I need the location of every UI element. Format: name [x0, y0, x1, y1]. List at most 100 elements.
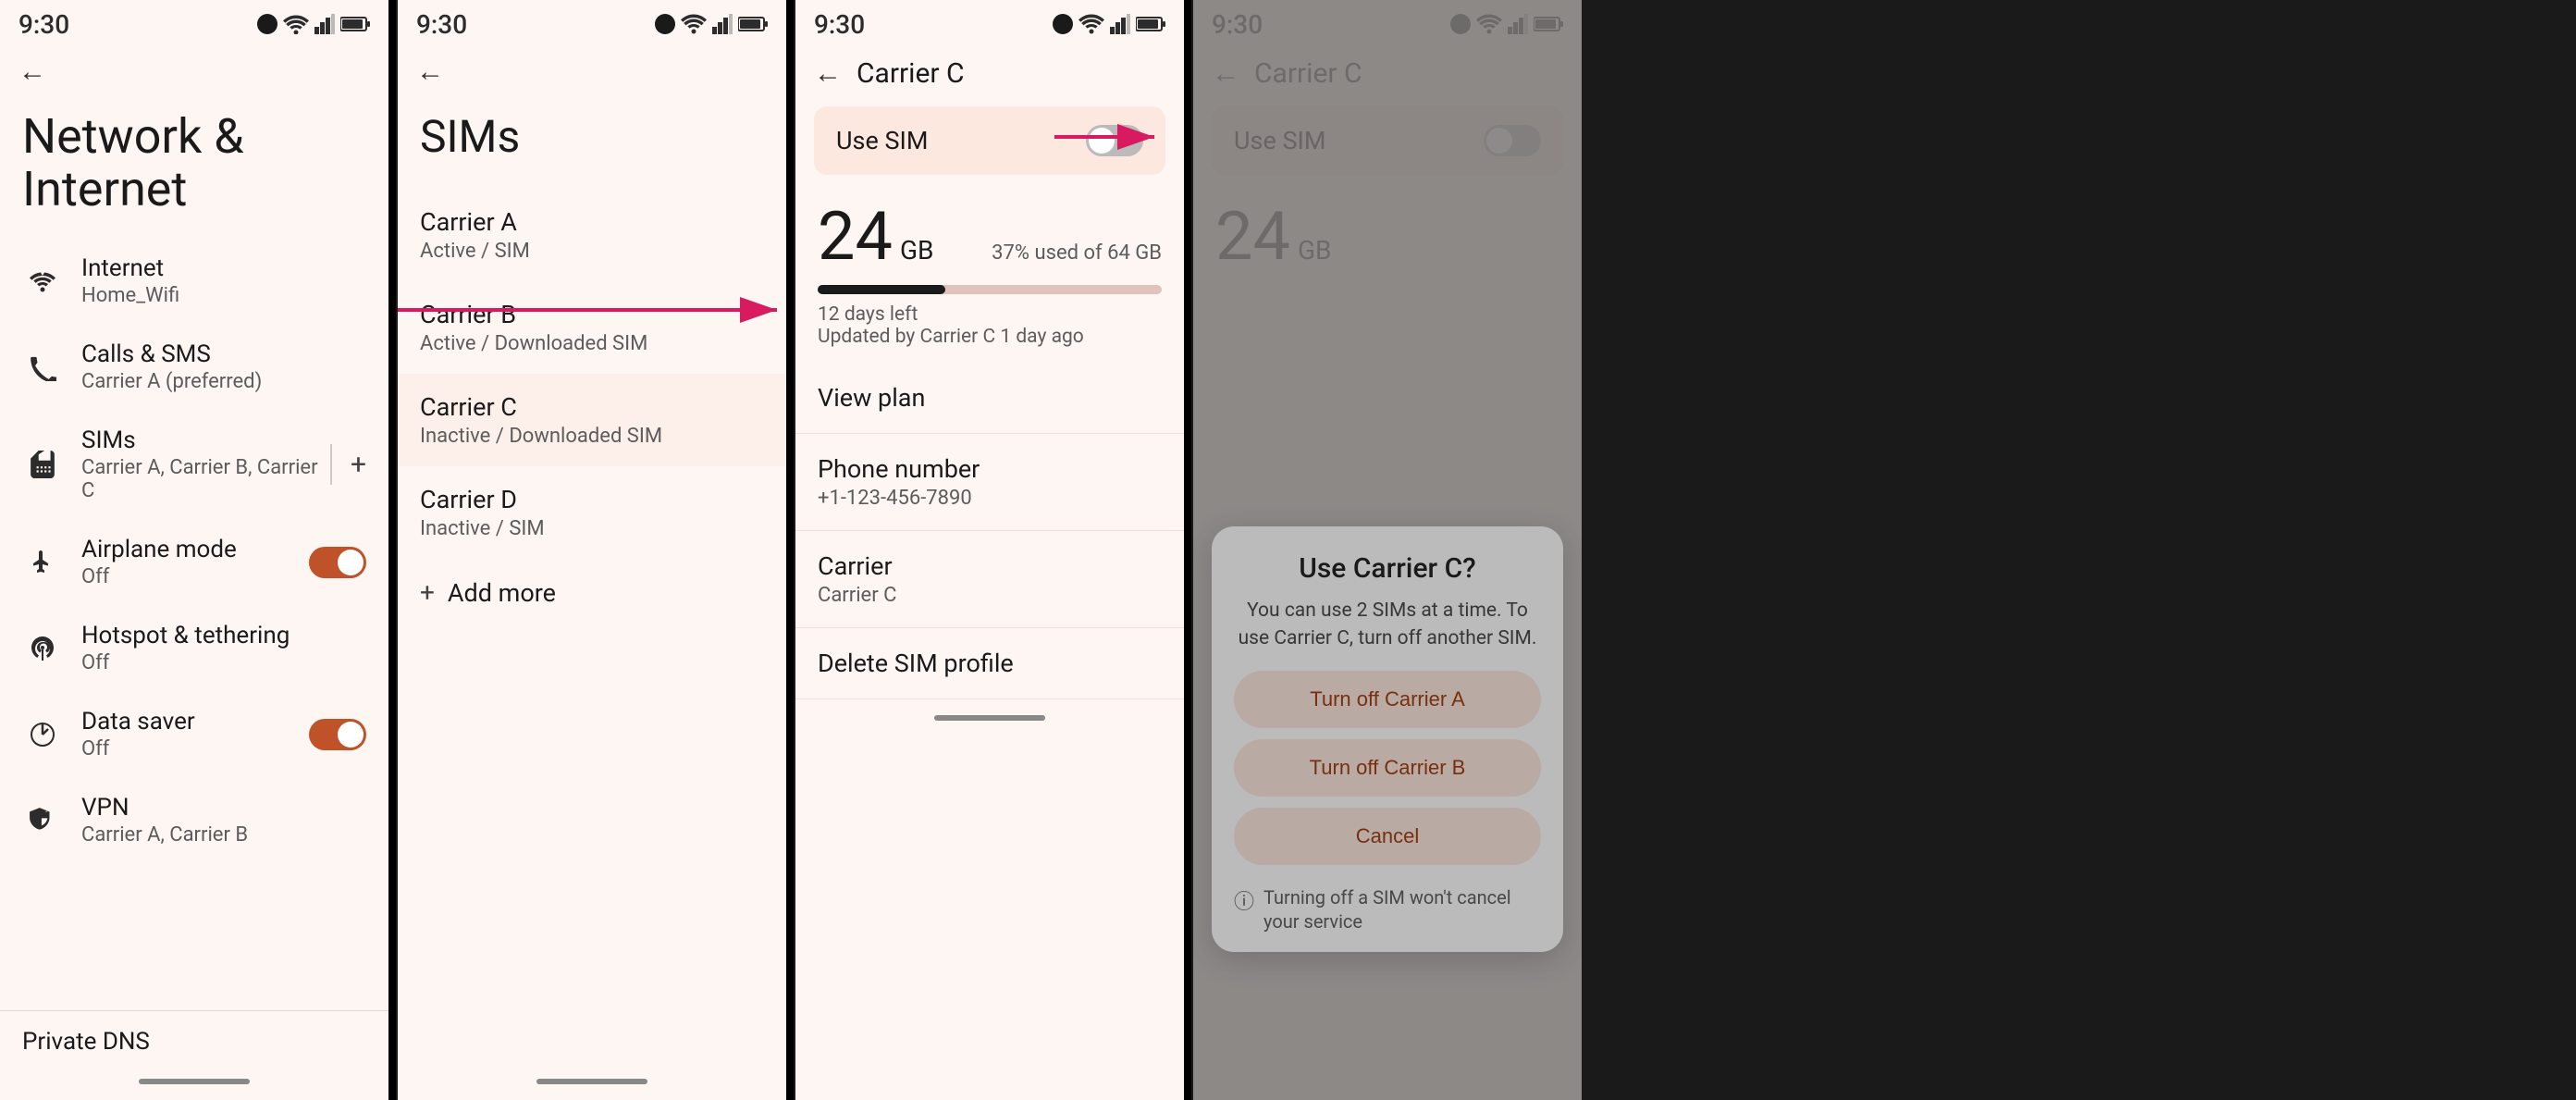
- settings-item-calls-sms[interactable]: Calls & SMS Carrier A (preferred): [0, 324, 388, 410]
- data-unit: GB: [900, 235, 934, 266]
- sims-subtitle: Carrier A, Carrier B, Carrier C: [81, 456, 330, 502]
- data-saver-icon: [22, 714, 63, 755]
- sim-item-carrier-a[interactable]: Carrier A Active / SIM: [398, 189, 786, 281]
- data-usage-section: 24 GB 37% used of 64 GB 12 days left Upd…: [795, 182, 1184, 363]
- status-bar-1: 9:30: [0, 0, 388, 48]
- use-sim-label: Use SIM: [836, 126, 928, 155]
- delete-sim-option[interactable]: Delete SIM profile: [795, 628, 1184, 699]
- carrier-c-status: Inactive / Downloaded SIM: [420, 425, 764, 448]
- add-more-row[interactable]: + Add more: [398, 559, 786, 626]
- internet-title: Internet: [81, 254, 366, 282]
- settings-item-airplane[interactable]: Airplane mode Off: [0, 519, 388, 605]
- screen-sims: 9:30 ← SIMs: [398, 0, 786, 1100]
- bottom-bar-1: [0, 1063, 388, 1100]
- data-saver-toggle[interactable]: [309, 719, 366, 750]
- gap-1: [388, 0, 396, 1100]
- sims-page-title: SIMs: [398, 92, 786, 189]
- sim-list: Carrier A Active / SIM Carrier B Active …: [398, 189, 786, 1063]
- dialog-note-text: Turning off a SIM won't cancel your serv…: [1263, 885, 1541, 933]
- data-amount-row: 24 GB 37% used of 64 GB: [818, 197, 1162, 276]
- gap-3: [1184, 0, 1191, 1100]
- add-sim-button[interactable]: +: [351, 449, 366, 481]
- sims-divider: [330, 444, 332, 485]
- carrier-name-label: Carrier: [818, 551, 1162, 581]
- settings-item-sims[interactable]: SIMs Carrier A, Carrier B, Carrier C +: [0, 410, 388, 519]
- view-plan-option[interactable]: View plan: [795, 363, 1184, 434]
- use-carrier-c-dialog: Use Carrier C? You can use 2 SIMs at a t…: [1212, 526, 1563, 952]
- airplane-subtitle: Off: [81, 565, 309, 588]
- cancel-dialog-button[interactable]: Cancel: [1234, 808, 1541, 865]
- private-dns-label: Private DNS: [22, 1028, 366, 1056]
- gap-2: [786, 0, 794, 1100]
- vpn-icon: [22, 800, 63, 841]
- add-more-label: Add more: [448, 578, 556, 608]
- updated-info: Updated by Carrier C 1 day ago: [818, 326, 1162, 348]
- progress-bar-fill: [818, 285, 945, 294]
- hotspot-title: Hotspot & tethering: [81, 622, 366, 649]
- vpn-title: VPN: [81, 794, 366, 822]
- internet-text: Internet Home_Wifi: [81, 254, 366, 307]
- wifi-status-icon-3: [1078, 14, 1104, 34]
- battery-icon-3: [1136, 16, 1165, 32]
- dialog-description: You can use 2 SIMs at a time. To use Car…: [1234, 598, 1541, 652]
- hotspot-icon: [22, 628, 63, 669]
- battery-icon-2: [738, 16, 768, 32]
- vpn-text: VPN Carrier A, Carrier B: [81, 794, 366, 847]
- data-percent: 37% used of 64 GB: [992, 241, 1162, 265]
- status-time-2: 9:30: [416, 9, 467, 40]
- settings-item-vpn[interactable]: VPN Carrier A, Carrier B: [0, 777, 388, 863]
- sim-item-carrier-b[interactable]: Carrier B Active / Downloaded SIM: [398, 281, 786, 374]
- carrier-c-name: Carrier C: [420, 392, 764, 422]
- vpn-subtitle: Carrier A, Carrier B: [81, 823, 366, 847]
- carrier-a-status: Active / SIM: [420, 240, 764, 263]
- sim-item-carrier-d[interactable]: Carrier D Inactive / SIM: [398, 466, 786, 559]
- use-sim-toggle-thumb: [1089, 128, 1115, 154]
- calls-sms-subtitle: Carrier A (preferred): [81, 370, 366, 393]
- data-saver-text: Data saver Off: [81, 708, 309, 760]
- back-button-1[interactable]: ←: [18, 56, 46, 88]
- turn-off-carrier-a-button[interactable]: Turn off Carrier A: [1234, 671, 1541, 728]
- phone-number-label: Phone number: [818, 454, 1162, 484]
- data-saver-subtitle: Off: [81, 737, 309, 760]
- turn-off-carrier-b-button[interactable]: Turn off Carrier B: [1234, 739, 1541, 797]
- settings-item-data-saver[interactable]: Data saver Off: [0, 691, 388, 777]
- status-time-1: 9:30: [18, 9, 69, 40]
- status-bar-3: 9:30: [795, 0, 1184, 48]
- page-title-1: Network & Internet: [0, 92, 388, 238]
- carrier-d-status: Inactive / SIM: [420, 517, 764, 540]
- status-icons-1: [257, 14, 370, 34]
- battery-icon: [340, 16, 370, 32]
- bottom-pill-3: [934, 715, 1045, 721]
- back-button-3[interactable]: ←: [814, 57, 842, 90]
- status-bar-2: 9:30: [398, 0, 786, 48]
- private-dns-section[interactable]: Private DNS: [0, 1010, 388, 1063]
- carrier-d-name: Carrier D: [420, 485, 764, 514]
- screen-carrier-c-dialog: 9:30: [1193, 0, 1582, 1100]
- carrier-name-option: Carrier Carrier C: [795, 531, 1184, 628]
- settings-item-hotspot[interactable]: Hotspot & tethering Off: [0, 605, 388, 691]
- status-icons-3: [1053, 14, 1165, 34]
- wifi-status-icon: [283, 14, 309, 34]
- back-button-2[interactable]: ←: [416, 56, 444, 88]
- sims-right: +: [330, 444, 366, 485]
- camera-dot-3: [1053, 14, 1073, 34]
- hotspot-subtitle: Off: [81, 651, 366, 674]
- sim-item-carrier-c[interactable]: Carrier C Inactive / Downloaded SIM: [398, 374, 786, 466]
- airplane-toggle[interactable]: [309, 547, 366, 578]
- phone-number-option: Phone number +1-123-456-7890: [795, 434, 1184, 531]
- settings-item-internet[interactable]: Internet Home_Wifi: [0, 238, 388, 324]
- use-sim-row[interactable]: Use SIM: [814, 106, 1165, 175]
- bottom-bar-2: [398, 1063, 786, 1100]
- signal-icon-3: [1110, 14, 1130, 34]
- phone-icon: [22, 347, 63, 388]
- view-plan-label: View plan: [818, 383, 1162, 413]
- airplane-icon: [22, 542, 63, 583]
- use-sim-toggle[interactable]: [1086, 125, 1143, 156]
- internet-subtitle: Home_Wifi: [81, 284, 366, 307]
- airplane-title: Airplane mode: [81, 536, 309, 563]
- hotspot-text: Hotspot & tethering Off: [81, 622, 366, 674]
- data-saver-toggle-thumb: [338, 722, 364, 748]
- carrier-a-name: Carrier A: [420, 207, 764, 237]
- status-time-3: 9:30: [814, 9, 865, 40]
- phone-number-value: +1-123-456-7890: [818, 487, 1162, 510]
